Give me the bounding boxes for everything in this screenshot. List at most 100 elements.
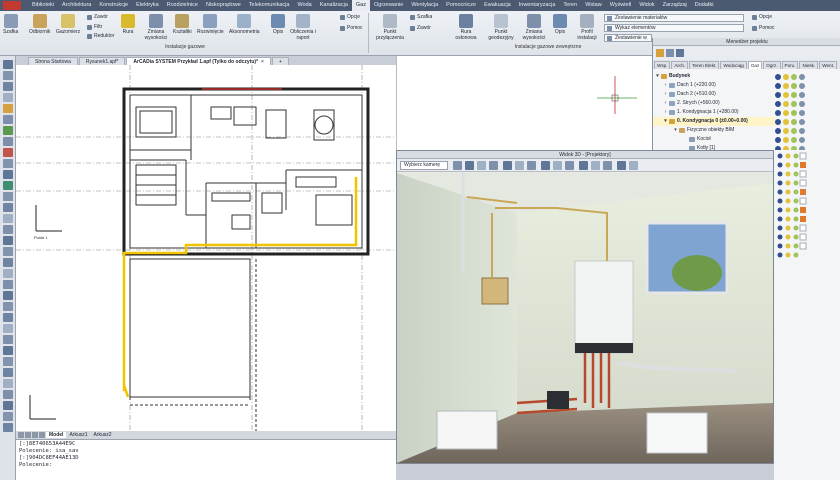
orbit-icon[interactable] (453, 161, 462, 170)
view-3d-window[interactable]: Widok 3D - [Projektory] Wybierz kamerę (396, 150, 774, 464)
menu-tab-wstaw[interactable]: Wstaw (581, 0, 606, 11)
menu-tab-zarzadzaj[interactable]: Zarządzaj (659, 0, 691, 11)
tree-item-kondygnacja1[interactable]: › 1. Kondygnacja 1 (+280.00) (653, 108, 775, 117)
tool-undo-icon[interactable] (3, 390, 13, 399)
command-line[interactable]: [:]8E740653A44E9C Polecenie: isa_sav [:]… (16, 439, 396, 480)
tree-item-strych[interactable]: › 2. Strych (+560.00) (653, 99, 775, 108)
color-icon[interactable] (799, 73, 805, 80)
menu-tab-biblioteki[interactable]: Biblioteki (28, 0, 58, 11)
rura-oslonowa-button[interactable]: Rura osłonowa (452, 14, 480, 41)
zestawienie-w-dropdown[interactable]: Zestawienie w (604, 34, 652, 42)
sun-icon[interactable] (783, 100, 789, 107)
obliczenia-button[interactable]: Obliczenia i raport (289, 14, 317, 41)
color-icon[interactable] (799, 100, 805, 107)
lock-icon[interactable] (791, 100, 797, 107)
bulb-icon[interactable] (775, 73, 781, 80)
sun-icon[interactable] (783, 127, 789, 134)
tree-item-kociol[interactable]: Kocioł (653, 135, 775, 144)
menu-tab-elektryka[interactable]: Elektryka (132, 0, 163, 11)
wireframe-icon[interactable] (565, 161, 574, 170)
texture-icon[interactable] (591, 161, 600, 170)
zawor-button[interactable]: Zawór (87, 14, 108, 20)
tool-lineweight-icon[interactable] (3, 379, 13, 388)
bulb-icon[interactable] (775, 118, 781, 125)
opcje2-button[interactable]: Opcje (752, 14, 772, 20)
menu-tab-teren[interactable]: Teren (559, 0, 581, 11)
tool-settings-icon[interactable] (3, 423, 13, 432)
tab-strona-startowa[interactable]: Strona Startowa (28, 57, 78, 65)
tool-dimension-icon[interactable] (3, 214, 13, 223)
app-logo-icon[interactable] (3, 1, 21, 10)
pan-icon[interactable] (465, 161, 474, 170)
reduktor-button[interactable]: Reduktor (87, 33, 114, 39)
zmiana-wysokosci2-button[interactable]: Zmiana wysokości (519, 14, 549, 41)
pm-tab-wodociag[interactable]: Wodociąg (720, 61, 747, 69)
opcje-button[interactable]: Opcje (340, 14, 360, 20)
tool-trim-icon[interactable] (3, 269, 13, 278)
tree-item-dach2[interactable]: › Dach 2 (+510.00) (653, 90, 775, 99)
pm-tab-ogrz[interactable]: Ogrz. (763, 61, 781, 69)
tool-select-icon[interactable] (3, 60, 13, 69)
collapse-icon[interactable]: ▾ (663, 117, 668, 126)
menu-tab-woda[interactable]: Woda (293, 0, 315, 11)
tool-move-icon[interactable] (3, 115, 13, 124)
wykaz-elementow-dropdown[interactable]: Wykaz elementów (604, 24, 744, 32)
bulb-icon[interactable] (775, 127, 781, 134)
zestawienie-materialow-dropdown[interactable]: Zestawienie materiałów (604, 14, 744, 22)
bulb-icon[interactable] (775, 136, 781, 143)
menu-tab-niskopradowe[interactable]: Niskoprądowe (202, 0, 245, 11)
tool-delete-icon[interactable] (3, 148, 13, 157)
tool-properties-icon[interactable] (3, 313, 13, 322)
shade-icon[interactable] (553, 161, 562, 170)
odbiornik-button[interactable]: Odbiornik (29, 14, 50, 35)
menu-tab-pomocnicze[interactable]: Pomocnicze (442, 0, 480, 11)
first-tab-icon[interactable] (18, 432, 24, 438)
tool-offset-icon[interactable] (3, 258, 13, 267)
drawing-canvas-extension[interactable] (396, 56, 652, 150)
tree-item-budynek[interactable]: ▾ Budynek (653, 72, 775, 81)
last-tab-icon[interactable] (39, 432, 45, 438)
export-icon[interactable] (629, 161, 638, 170)
lock-icon[interactable] (791, 109, 797, 116)
zawor2-button[interactable]: Zawór (410, 25, 431, 31)
tool-mirror-icon[interactable] (3, 247, 13, 256)
pm-folder-icon[interactable] (656, 49, 664, 57)
szafka2-button[interactable]: Szafka (410, 14, 432, 20)
sun-icon[interactable] (783, 82, 789, 89)
menu-tab-architektura[interactable]: Architektura (58, 0, 95, 11)
tool-polyline-icon[interactable] (3, 82, 13, 91)
tree-item-dach1[interactable]: › Dach 1 (+220.00) (653, 81, 775, 90)
menu-tab-gaz[interactable]: Gaz (351, 0, 370, 11)
pm-tab-gaz[interactable]: Gaz (747, 61, 763, 69)
tool-pan-icon[interactable] (3, 170, 13, 179)
menu-tab-inwentaryzacja[interactable]: Inwentaryzacja (515, 0, 560, 11)
opis2-button[interactable]: Opis (553, 14, 567, 35)
menu-tab-wentylacja[interactable]: Wentylacja (407, 0, 442, 11)
menu-tab-widok[interactable]: Widok (635, 0, 658, 11)
color-icon[interactable] (799, 109, 805, 116)
drawing-canvas[interactable]: Punkt 1 (16, 65, 396, 431)
tab-przyklad1[interactable]: ArCADia SYSTEM Przykład 1.apf (Tylko do … (126, 57, 271, 65)
tool-explode-icon[interactable] (3, 302, 13, 311)
tab-arkusz1[interactable]: Arkusz1 (66, 432, 90, 438)
pm-filter-icon[interactable] (676, 49, 684, 57)
tool-block-icon[interactable] (3, 225, 13, 234)
lock-icon[interactable] (791, 118, 797, 125)
bulb-icon[interactable] (775, 91, 781, 98)
pm-tab-went[interactable]: Went. (819, 61, 838, 69)
tool-osnap-icon[interactable] (3, 357, 13, 366)
sun-icon[interactable] (783, 136, 789, 143)
camera-icon[interactable] (617, 161, 626, 170)
tab-arkusz2[interactable]: Arkusz2 (91, 432, 115, 438)
sun-icon[interactable] (783, 73, 789, 80)
camera-select[interactable]: Wybierz kamerę (400, 161, 448, 170)
section-icon[interactable] (603, 161, 612, 170)
bulb-icon[interactable] (775, 109, 781, 116)
tree-item-kondygnacja0[interactable]: ▾ 0. Kondygnacja 0 (±0.00÷0.00) (653, 117, 775, 126)
add-tab-button[interactable]: + (271, 57, 289, 65)
color-icon[interactable] (799, 127, 805, 134)
render-icon[interactable] (541, 161, 550, 170)
color-icon[interactable] (799, 118, 805, 125)
color-icon[interactable] (799, 91, 805, 98)
color-icon[interactable] (799, 136, 805, 143)
